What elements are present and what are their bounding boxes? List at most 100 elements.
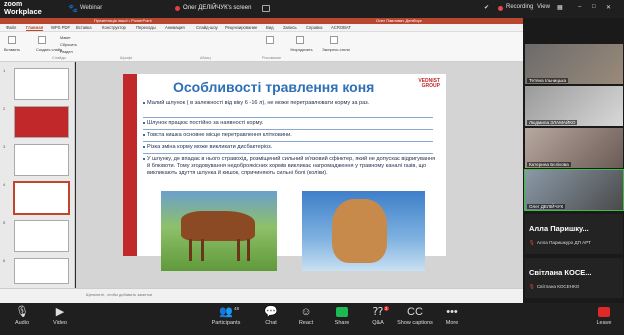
quick-styles-button[interactable]: Экспресс-стили: [322, 48, 350, 52]
camera-icon: ▶: [55, 306, 65, 318]
tab-design[interactable]: Конструктор: [102, 25, 126, 30]
view-button[interactable]: View: [537, 4, 550, 10]
ppt-ribbon-tabs: Файл Главная WPS PDF Вставка Конструктор…: [0, 24, 523, 32]
bullet-divider: [143, 117, 433, 118]
tab-file[interactable]: Файл: [6, 25, 16, 30]
participant-gallery: Тетяна Ільницька Людмила ЗЛАМАЙКО Катери…: [523, 18, 624, 303]
font-group-label: Шрифт: [120, 56, 133, 60]
video-tile[interactable]: Тетяна Ільницька: [525, 44, 623, 84]
tab-review[interactable]: Рецензирование: [225, 25, 257, 30]
zoom-logo-subtext: Workplace: [4, 7, 42, 16]
participant-tile[interactable]: Світлана КОСЕ... 🎙 Світлана КОСЕНКО: [525, 258, 623, 298]
slide-thumbnail[interactable]: [14, 258, 69, 284]
horse-leg: [189, 239, 192, 261]
zoom-logo: zoom Workplace: [4, 1, 42, 15]
arrange-icon[interactable]: [296, 36, 304, 44]
shapes-icon[interactable]: [266, 36, 274, 44]
tab-transitions[interactable]: Переходы: [136, 25, 156, 30]
drawing-group-label: Рисование: [262, 56, 282, 60]
slide-thumbnails-pane: 1 2 3 4 5 6: [0, 62, 75, 288]
view-grid-icon[interactable]: ▦: [557, 4, 563, 11]
horse-head: [332, 199, 387, 263]
tab-insert[interactable]: Вставка: [76, 25, 92, 30]
leave-button[interactable]: Leave: [582, 305, 624, 326]
tab-record[interactable]: Запись: [283, 25, 297, 30]
participant-full-name: 🎙 Світлана КОСЕНКО: [529, 284, 579, 290]
participants-button[interactable]: 👥 Participants: [204, 305, 248, 326]
horse-leg: [247, 239, 250, 261]
window-icon[interactable]: [262, 5, 270, 12]
slide-thumbnail[interactable]: [14, 106, 69, 138]
thumb-number: 6: [3, 258, 6, 263]
new-slide-button[interactable]: Создать слайд: [36, 48, 62, 52]
vednist-logo: VEDNIST GROUP: [418, 79, 440, 89]
ppt-doc-title: Презентація іншої • PowerPoint: [94, 18, 152, 23]
maximize-icon[interactable]: □: [592, 4, 596, 10]
slide-thumbnail[interactable]: [14, 144, 69, 176]
ppt-ribbon: Вставить Создать слайд Макет Сбросить Ра…: [0, 32, 523, 62]
paste-icon[interactable]: [8, 36, 16, 44]
tab-home[interactable]: Главная: [26, 25, 43, 30]
leave-label: Leave: [596, 320, 612, 326]
zoom-title-bar: zoom Workplace 🐾 Webinar Олег ДЕЛІЙЧУК's…: [0, 0, 624, 18]
slide-thumbnail-selected[interactable]: [13, 181, 70, 215]
bullet-5: У шлунку, де впадає в нього стравохід, р…: [143, 156, 436, 176]
paste-button[interactable]: Вставить: [4, 48, 20, 52]
more-button[interactable]: ••• More: [430, 305, 474, 326]
participants-icon: 👥: [219, 306, 233, 318]
qa-label: Q&A: [372, 320, 384, 326]
slide-title: Особливості травлення коня: [173, 79, 375, 95]
participants-label: Participants: [211, 320, 241, 326]
logo-subtext: GROUP: [421, 83, 440, 89]
notes-bar: Щелкните, чтобы добавить заметки: [0, 288, 523, 303]
tab-help[interactable]: Справка: [306, 25, 322, 30]
chat-label: Chat: [265, 320, 277, 326]
tab-slideshow[interactable]: Слайд-шоу: [196, 25, 218, 30]
grazing-horse-photo: [161, 191, 277, 271]
reset-button[interactable]: Сбросить: [60, 43, 77, 47]
new-slide-icon[interactable]: [38, 36, 46, 44]
layout-button[interactable]: Макет: [60, 36, 71, 40]
video-tile[interactable]: Людмила ЗЛАМАЙКО: [525, 86, 623, 126]
leave-icon: [582, 305, 624, 319]
section-button[interactable]: Раздел: [60, 50, 73, 54]
thumb-number: 1: [3, 68, 6, 73]
participant-name: Людмила ЗЛАМАЙКО: [527, 120, 578, 125]
more-icon: •••: [446, 306, 458, 318]
participant-tile[interactable]: Алла Паришку... 🎙 Алла Паришкуро ДП АРТ: [525, 214, 623, 254]
notes-placeholder[interactable]: Щелкните, чтобы добавить заметки: [86, 292, 152, 297]
slides-group-label: Слайды: [52, 56, 67, 60]
bullet-2: Шлунок працює постійно за наявності корм…: [143, 120, 427, 127]
video-button[interactable]: ▶ Video: [38, 305, 82, 326]
participant-name: Тетяна Ільницька: [527, 78, 569, 83]
shield-icon[interactable]: ✔: [484, 4, 489, 11]
recording-label[interactable]: Recording: [506, 4, 533, 10]
bullet-divider: [143, 129, 433, 130]
tab-view[interactable]: Вид: [266, 25, 274, 30]
paragraph-group-label: Абзац: [200, 56, 211, 60]
bullet-4: Різка зміна корму може викликати дисбакт…: [143, 144, 427, 151]
participant-sub-label: Алла Паришкуро ДП АРТ: [536, 240, 591, 245]
tab-wps-pdf[interactable]: WPS PDF: [51, 25, 70, 30]
participants-count: 48: [234, 306, 240, 311]
tab-animation[interactable]: Анимация: [165, 25, 185, 30]
video-tile-active-speaker[interactable]: Олег ДЕЛІЙЧУК: [524, 169, 624, 211]
ppt-user-name: Олег Павлович Делійчук: [376, 18, 422, 23]
video-tile[interactable]: Катерина Бєлікова: [525, 128, 623, 168]
slide-thumbnail[interactable]: [14, 220, 69, 252]
thumb-number: 2: [3, 106, 6, 111]
participant-sub-label: Світлана КОСЕНКО: [536, 284, 580, 289]
share-title[interactable]: Олег ДЕЛІЙЧУК's screen: [183, 5, 251, 11]
close-icon[interactable]: ✕: [606, 4, 611, 11]
captions-label: Show captions: [397, 320, 433, 326]
tab-acrobat[interactable]: ACROBAT: [331, 25, 351, 30]
recording-icon: [498, 6, 503, 11]
share-label: Share: [334, 320, 350, 326]
minimize-icon[interactable]: –: [578, 4, 581, 10]
arrange-button[interactable]: Упорядочить: [290, 48, 313, 52]
quick-styles-icon[interactable]: [330, 36, 338, 44]
slide-thumbnail[interactable]: [14, 68, 69, 100]
current-slide[interactable]: Особливості травлення коня VEDNIST GROUP…: [123, 74, 446, 271]
participant-full-name: 🎙 Алла Паришкуро ДП АРТ: [529, 240, 591, 246]
slide-red-sidebar: [123, 74, 137, 256]
